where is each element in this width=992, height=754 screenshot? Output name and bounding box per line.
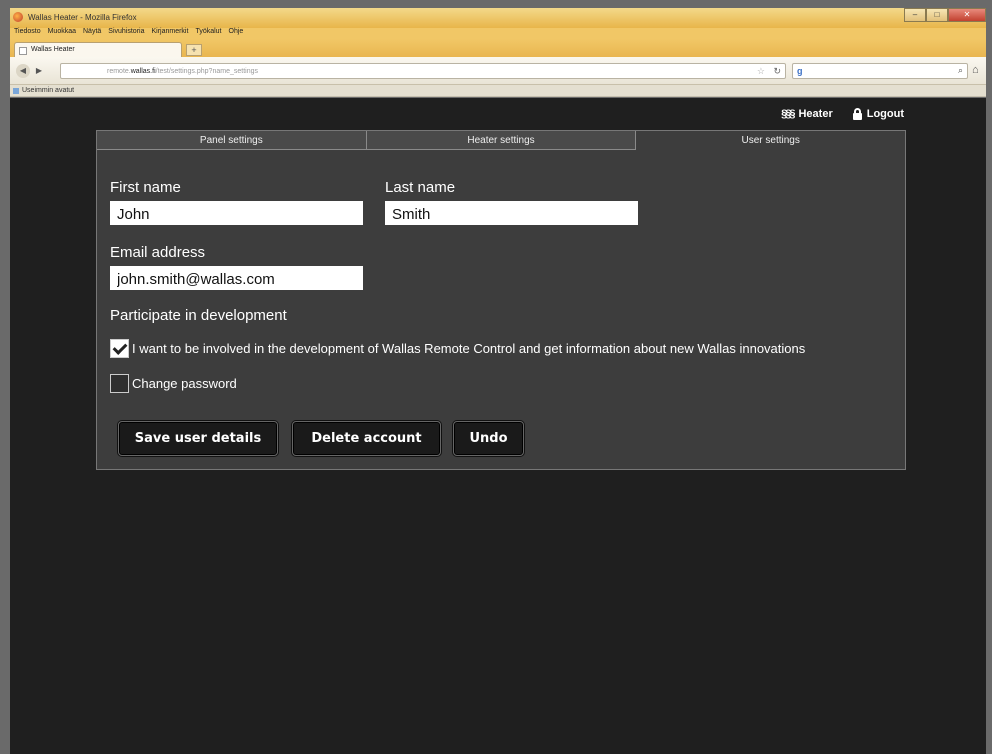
last-name-label: Last name [385, 179, 456, 196]
change-password-checkbox[interactable] [110, 374, 129, 393]
bookmark-star-icon[interactable]: ☆ [757, 66, 765, 77]
menu-item-view[interactable]: Näytä [83, 28, 101, 39]
back-icon[interactable]: ◀ [16, 64, 30, 78]
settings-panel: Panel settings Heater settings User sett… [96, 130, 906, 470]
menu-item-edit[interactable]: Muokkaa [48, 28, 76, 39]
tab-panel-settings[interactable]: Panel settings [97, 131, 367, 150]
menu-item-file[interactable]: Tiedosto [14, 28, 41, 39]
url-domain: wallas.fi [130, 68, 156, 75]
close-icon[interactable]: ✕ [948, 8, 986, 22]
page-favicon-icon [19, 47, 27, 55]
change-password-option[interactable]: Change password [110, 374, 237, 393]
search-icon[interactable]: ⌕ [958, 65, 963, 76]
menu-item-history[interactable]: Sivuhistoria [108, 28, 144, 39]
page-content: §§§ Heater Logout Panel settings Heater … [10, 98, 986, 754]
email-label: Email address [110, 244, 206, 261]
first-name-label: First name [110, 179, 181, 196]
tab-user-settings[interactable]: User settings [636, 131, 906, 150]
minimize-icon[interactable]: – [904, 8, 926, 22]
first-name-field[interactable] [110, 201, 363, 225]
participate-heading: Participate in development [110, 307, 287, 324]
browser-tab-strip: Wallas Heater + [10, 39, 986, 57]
maximize-icon[interactable]: □ [926, 8, 948, 22]
heater-link[interactable]: §§§ Heater [781, 108, 833, 120]
heater-link-label: Heater [798, 108, 833, 120]
undo-button[interactable]: Undo [453, 421, 524, 456]
firefox-icon [13, 12, 23, 22]
settings-tabs: Panel settings Heater settings User sett… [97, 131, 906, 150]
search-box[interactable]: g ⌕ [792, 63, 968, 79]
bookmarks-toolbar: Useimmin avatut [10, 85, 986, 97]
address-bar[interactable]: remote.wallas.fi/test/settings.php?name_… [60, 63, 786, 79]
window-controls: – □ ✕ [904, 8, 986, 22]
google-icon: g [797, 66, 803, 76]
involve-option[interactable]: I want to be involved in the development… [110, 339, 805, 358]
menu-bar: Tiedosto Muokkaa Näytä Sivuhistoria Kirj… [10, 28, 986, 39]
logout-link[interactable]: Logout [852, 108, 904, 120]
menu-item-bookmarks[interactable]: Kirjanmerkit [151, 28, 188, 39]
bookmark-folder-icon [13, 88, 19, 94]
logout-link-label: Logout [866, 108, 904, 120]
tab-heater-settings[interactable]: Heater settings [366, 131, 637, 150]
menu-item-tools[interactable]: Työkalut [195, 28, 221, 39]
navigation-bar: ◀ ▶ remote.wallas.fi/test/settings.php?n… [10, 57, 986, 85]
window-title: Wallas Heater - Mozilla Firefox [28, 13, 137, 22]
involve-checkbox[interactable] [110, 339, 129, 358]
bookmark-most-visited[interactable]: Useimmin avatut [22, 87, 74, 94]
window-titlebar: Wallas Heater - Mozilla Firefox – □ ✕ [10, 8, 986, 28]
change-password-label: Change password [132, 376, 237, 391]
browser-tab[interactable]: Wallas Heater [14, 42, 182, 57]
browser-tab-title: Wallas Heater [31, 46, 75, 53]
reload-icon[interactable]: ↻ [773, 66, 781, 77]
involve-checkbox-label: I want to be involved in the development… [132, 341, 806, 356]
delete-account-button[interactable]: Delete account [292, 421, 441, 456]
url-path: /test/settings.php?name_settings [155, 68, 258, 75]
heater-icon: §§§ [781, 108, 795, 120]
email-field[interactable] [110, 266, 363, 290]
save-user-details-button[interactable]: Save user details [118, 421, 278, 456]
forward-icon[interactable]: ▶ [34, 64, 44, 78]
header-links: §§§ Heater Logout [781, 108, 904, 120]
home-icon[interactable]: ⌂ [972, 64, 979, 76]
url-prefix: remote. [107, 68, 131, 75]
lock-icon [852, 108, 862, 120]
new-tab-button[interactable]: + [186, 44, 202, 56]
last-name-field[interactable] [385, 201, 638, 225]
menu-item-help[interactable]: Ohje [229, 28, 244, 39]
